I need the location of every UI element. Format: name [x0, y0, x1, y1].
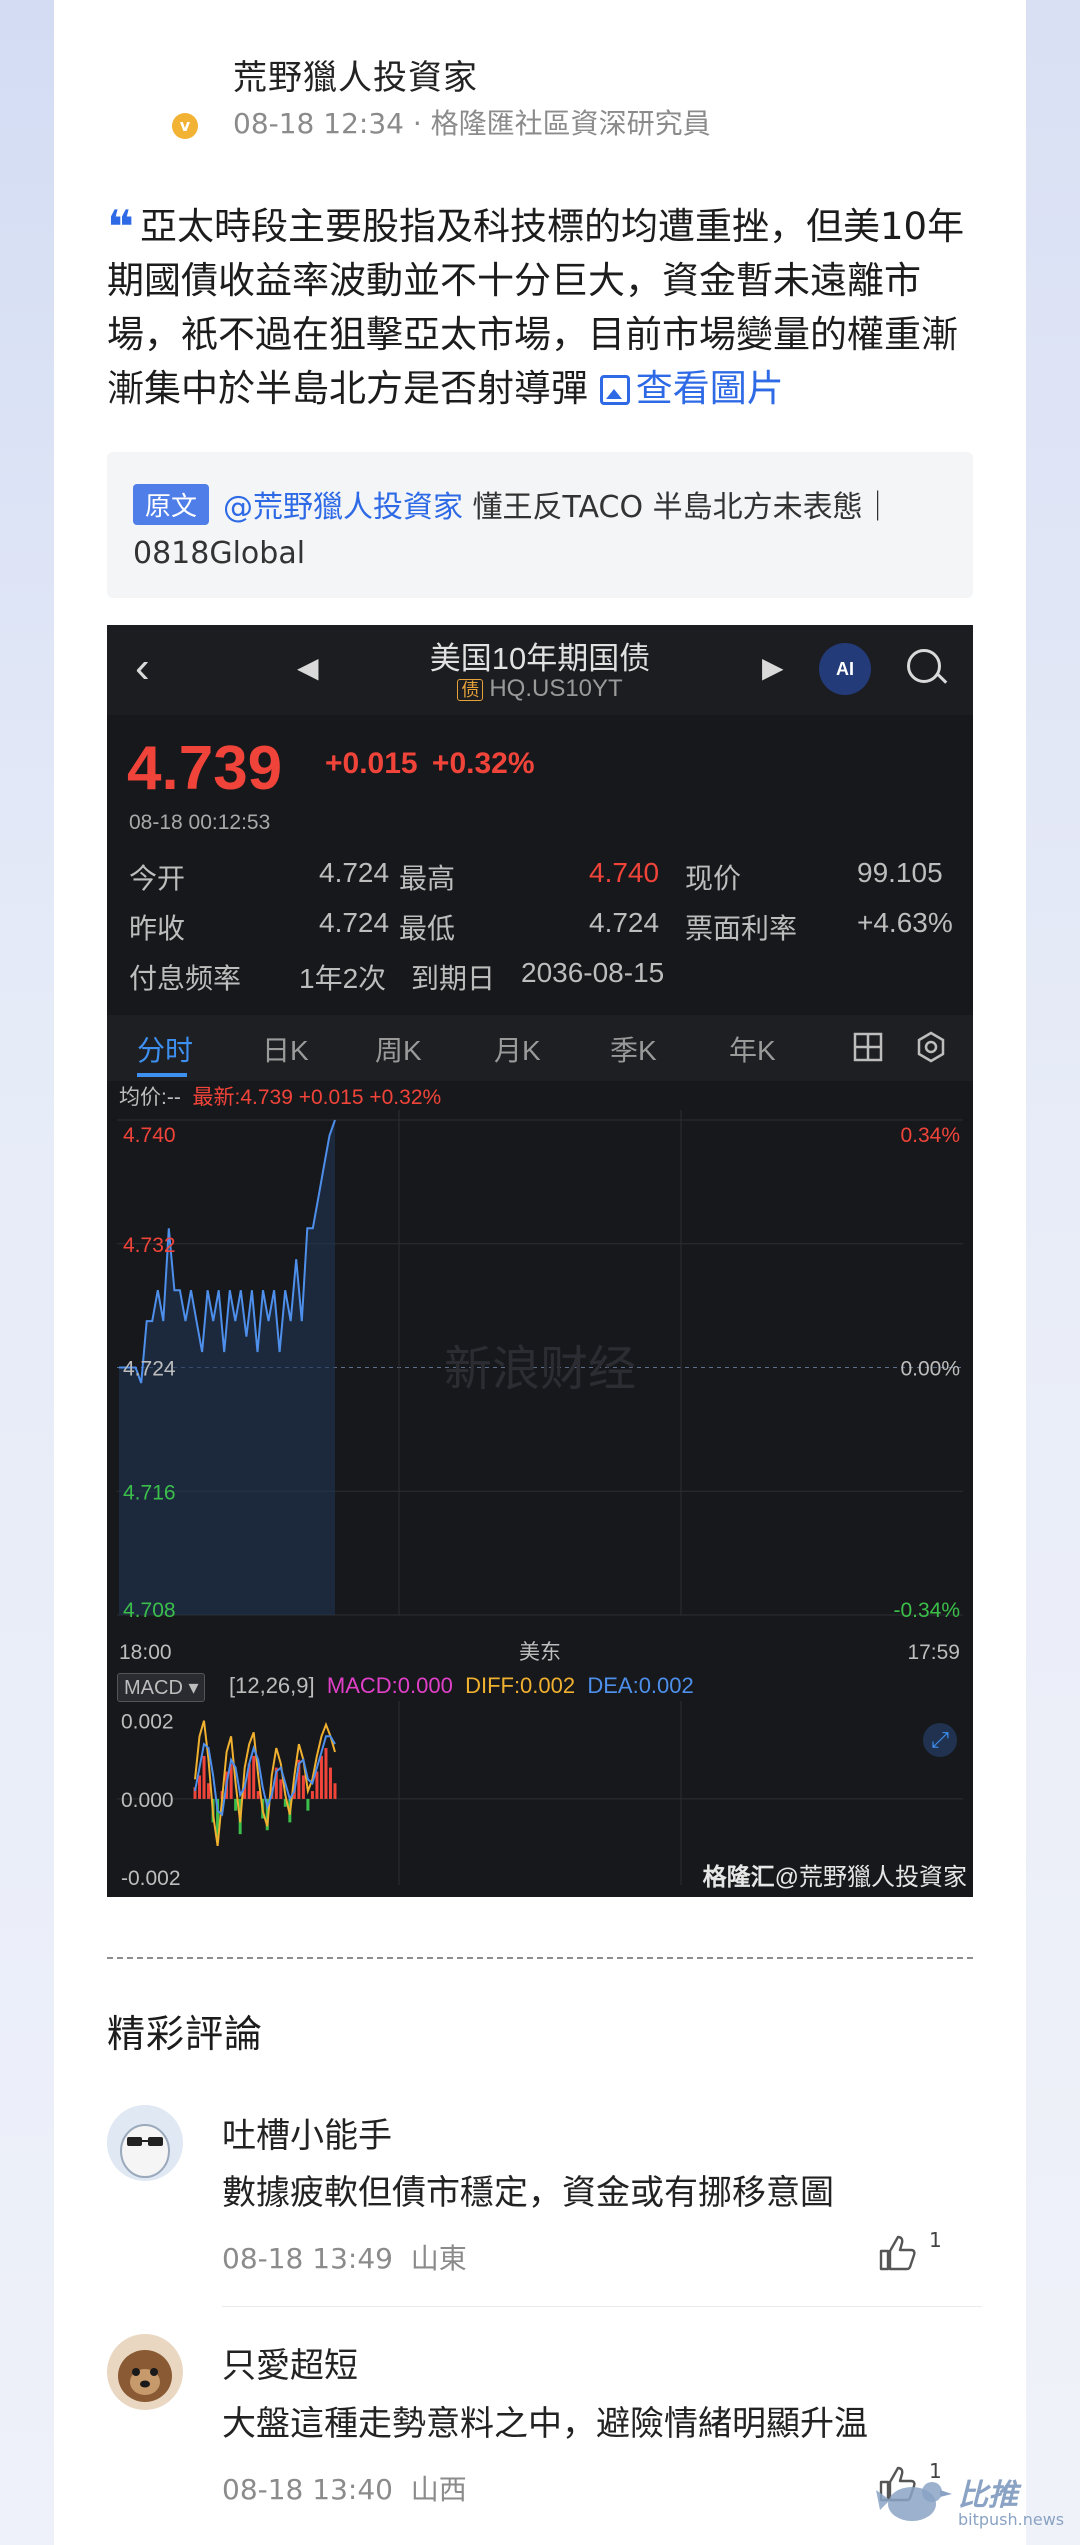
macd-y-label: -0.002 [121, 1867, 181, 1890]
view-picture-link[interactable]: 查看圖片 [599, 367, 784, 410]
y-axis-label: 4.724 [123, 1358, 176, 1381]
original-mention[interactable]: @荒野獵人投資家 [223, 490, 463, 525]
original-title: 懂王反TACO 半島北方未表態｜ [463, 490, 893, 525]
view-picture-label: 查看圖片 [635, 367, 784, 410]
post-body: ❝ 亞太時段主要股指及科技標的均遭重挫，但美10年期國債收益率波動並不十分巨大，資… [107, 200, 982, 416]
dea-value: DEA:0.002 [587, 1673, 694, 1698]
macd-bar [310, 1791, 314, 1799]
original-tag: 原文 [133, 484, 210, 525]
author-name[interactable]: 荒野獵人投資家 [233, 50, 478, 99]
comments-title: 精彩評論 [107, 2012, 264, 2056]
comment-author[interactable]: 只愛超短 [222, 2338, 358, 2387]
macd-bar [198, 1775, 202, 1799]
bird-logo-icon [876, 2482, 952, 2521]
macd-info: [12,26,9] MACD:0.000 DIFF:0.002 DEA:0.00… [229, 1673, 694, 1699]
macd-bar [301, 1775, 305, 1799]
avatar[interactable] [107, 2105, 183, 2181]
comment-author[interactable]: 吐槽小能手 [222, 2108, 392, 2157]
original-line-2: 0818Global [133, 536, 306, 571]
macd-bar [333, 1783, 337, 1799]
original-post-box[interactable]: 原文 @荒野獵人投資家 懂王反TACO 半島北方未表態｜ 0818Global [107, 452, 973, 598]
macd-bar [328, 1767, 332, 1799]
comment-location: 山西 [410, 2473, 467, 2506]
like-thumb-icon[interactable] [877, 2233, 917, 2273]
macd-bar [324, 1748, 328, 1799]
background-left [0, 0, 54, 2545]
chart-watermark: 新浪财经 [444, 1343, 636, 1396]
macd-bar [279, 1779, 283, 1799]
expand-icon[interactable]: ⤢ [923, 1723, 957, 1757]
original-line-1: @荒野獵人投資家 懂王反TACO 半島北方未表態｜ [223, 482, 893, 526]
macd-dea-line [194, 1735, 336, 1817]
macd-diff-line [194, 1720, 336, 1847]
y-axis-label-pct: -0.34% [893, 1599, 960, 1622]
y-axis-label: 4.708 [123, 1599, 176, 1622]
macd-bar [306, 1798, 310, 1811]
y-axis-label-pct: 0.34% [900, 1124, 960, 1147]
y-axis-label-pct: 0.00% [900, 1358, 960, 1381]
bitpush-watermark: 比推 bitpush.news [876, 2466, 1066, 2536]
macd-bar [256, 1791, 260, 1799]
bitpush-name: 比推 [958, 2478, 1018, 2513]
comment-text: 數據疲軟但債市穩定，資金或有挪移意圖 [222, 2173, 834, 2213]
x-axis-label: 17:59 [907, 1641, 960, 1664]
dashed-divider [107, 1957, 973, 1959]
background-right [1026, 0, 1080, 2545]
y-axis-label: 4.740 [123, 1124, 176, 1147]
macd-params: [12,26,9] [229, 1673, 315, 1698]
gelonghui-logo: 格隆汇 [702, 1864, 775, 1891]
verified-badge-icon: v [172, 113, 198, 139]
quote-icon: ❝ [107, 200, 134, 254]
y-axis-label: 4.716 [123, 1481, 176, 1504]
image-icon [599, 375, 630, 405]
macd-value: MACD:0.000 [326, 1673, 453, 1698]
macd-selector[interactable]: MACD ▾ [117, 1673, 206, 1702]
x-axis-label: 美东 [519, 1641, 561, 1664]
like-count: 1 [929, 2228, 942, 2252]
x-axis-label: 18:00 [119, 1641, 172, 1664]
post-text: 亞太時段主要股指及科技標的均遭重挫，但美10年期國債收益率波動並不十分巨大，資金… [107, 205, 965, 410]
macd-bar [202, 1755, 206, 1799]
comment-time: 08-18 13:40 [222, 2473, 393, 2506]
watermark-user: @荒野獵人投資家 [774, 1864, 967, 1891]
comment-separator [222, 2306, 982, 2307]
macd-bar [252, 1755, 256, 1799]
macd-y-label: 0.002 [121, 1711, 174, 1734]
macd-bar [319, 1755, 323, 1799]
image-watermark: 格隆汇@荒野獵人投資家 [703, 1857, 967, 1892]
comment-location: 山東 [410, 2242, 467, 2275]
comment-time: 08-18 13:49 [222, 2242, 393, 2275]
comment-meta: 08-18 13:40 山西 [222, 2468, 467, 2508]
intraday-chart: 新浪财经 4.740 4.732 4.724 4.716 4.708 0.34% 0.00% -… [117, 1110, 963, 1890]
macd-bar [207, 1783, 211, 1799]
diff-value: DIFF:0.002 [465, 1673, 576, 1698]
comment-text: 大盤這種走勢意料之中，避險情緒明顯升温 [222, 2404, 868, 2444]
bitpush-url: bitpush.news [958, 2510, 1065, 2529]
avatar[interactable] [107, 2334, 183, 2410]
post-meta: 08-18 12:34 · 格隆匯社區資深研究員 [233, 107, 711, 140]
macd-bar [315, 1771, 319, 1799]
macd-y-label: 0.000 [121, 1789, 174, 1812]
y-axis-label: 4.732 [123, 1234, 176, 1257]
comment-meta: 08-18 13:49 山東 [222, 2237, 467, 2277]
stock-screenshot[interactable]: ‹ ◀ ▶ 美国10年期国债 债 HQ.US10YT AI 4.739 +0.01… [107, 625, 973, 1897]
